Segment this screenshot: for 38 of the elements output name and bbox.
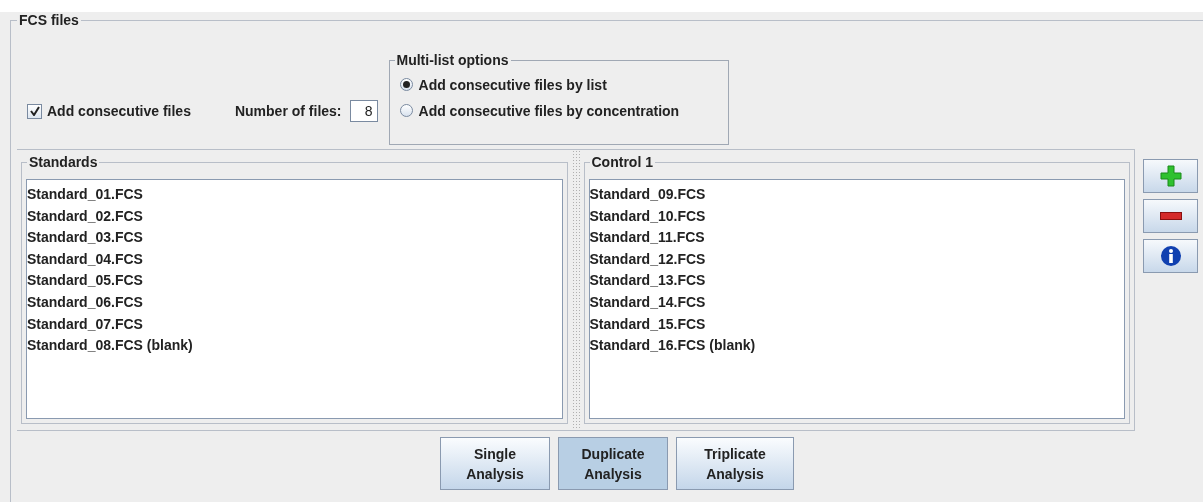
list-item[interactable]: Standard_02.FCS [27, 205, 562, 228]
checkbox-label: Add consecutive files [47, 103, 191, 119]
list-item[interactable]: Standard_06.FCS [27, 291, 562, 314]
list-item[interactable]: Standard_07.FCS [27, 313, 562, 336]
number-label: Number of files: [234, 103, 342, 119]
list-item[interactable]: Standard_15.FCS [589, 313, 1124, 336]
radio-label: Add consecutive files by list [418, 76, 607, 93]
radio-button[interactable] [399, 78, 413, 91]
number-field[interactable]: 8 [349, 100, 378, 122]
options-title: Multi-list options [394, 51, 511, 68]
radio-label: Add consecutive files by concentration [418, 102, 680, 119]
info-icon [1159, 245, 1182, 267]
list-title: Standards [27, 154, 100, 170]
remove-button[interactable] [1143, 199, 1198, 233]
list-item[interactable]: Standard_03.FCS [27, 227, 562, 249]
list-title: Control 1 [589, 154, 655, 170]
group-title: FCS files [17, 12, 81, 28]
list-item[interactable]: Standard_16.FCS (blank) [589, 335, 1124, 357]
list-item[interactable]: Standard_14.FCS [589, 291, 1124, 314]
list-item[interactable]: Standard_12.FCS [589, 248, 1124, 271]
list-item[interactable]: Standard_01.FCS [27, 184, 562, 206]
analysis-button[interactable]: Duplicate Analysis [558, 437, 668, 490]
add-button[interactable] [1143, 159, 1198, 193]
list-item[interactable]: Standard_11.FCS [589, 227, 1124, 249]
radio-button[interactable] [399, 104, 413, 117]
checkbox[interactable] [27, 103, 42, 119]
list-item[interactable]: Standard_08.FCS (blank) [27, 335, 562, 357]
splitter-handle[interactable] [571, 150, 580, 430]
list-item[interactable]: Standard_10.FCS [589, 205, 1124, 228]
list-item[interactable]: Standard_13.FCS [589, 270, 1124, 292]
minus-icon [1159, 212, 1182, 220]
analysis-button[interactable]: Triplicate Analysis [676, 437, 794, 490]
info-button[interactable] [1143, 239, 1198, 273]
list-item[interactable]: Standard_05.FCS [27, 270, 562, 292]
list-item[interactable]: Standard_04.FCS [27, 248, 562, 271]
plus-icon [1159, 165, 1182, 187]
analysis-button[interactable]: Single Analysis [440, 437, 550, 490]
list-item[interactable]: Standard_09.FCS [589, 184, 1124, 206]
